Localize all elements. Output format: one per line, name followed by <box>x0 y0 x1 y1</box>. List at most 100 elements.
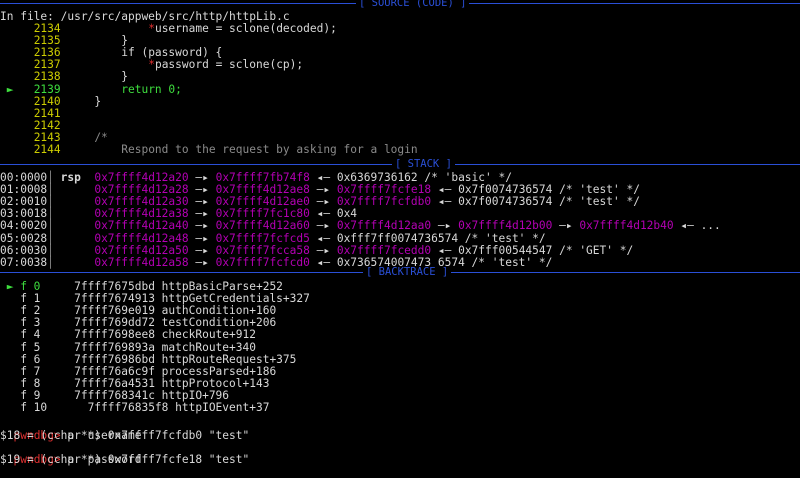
stack-offset: 07:0038 <box>0 255 48 269</box>
current-line-arrow-icon <box>0 119 20 132</box>
current-line-arrow-icon <box>0 143 20 156</box>
code-deref: * <box>148 58 155 72</box>
frame-marker: f 10 <box>0 401 48 414</box>
line-number: 2134 <box>20 22 61 35</box>
stack-value: ◂— <box>309 231 337 245</box>
frame-symbol: matchRoute+340 <box>154 340 256 354</box>
frame-address: 7ffff769dd72 <box>40 316 155 330</box>
stack-value: —▸ <box>188 243 216 257</box>
frame-symbol: httpRouteRequest+375 <box>154 352 297 366</box>
stack-value: ◂— <box>309 255 337 269</box>
line-number: 2140 <box>20 94 61 108</box>
frame-address: 7ffff769e019 <box>40 304 155 318</box>
line-number: 2139 <box>20 82 61 96</box>
frame-marker: f 8 <box>0 376 41 390</box>
code-text: /* <box>60 130 108 144</box>
stack-value: 0x7f0074736574 /* 'test' */ <box>458 195 640 209</box>
current-line-arrow-icon: ► <box>0 82 21 96</box>
backtrace-header: [ BACKTRACE ] <box>363 266 452 279</box>
current-line-arrow-icon <box>0 58 20 71</box>
frame-address: 7ffff7698ee8 <box>40 328 155 342</box>
console-output: $18 = (cchar *) 0x7ffff7fcfdb0 "test" <box>0 429 250 442</box>
frame-marker: f 2 <box>0 304 41 318</box>
stack-address: 0x7ffff4d12a58 <box>94 255 189 269</box>
stack-row: 07:0038│ 0x7ffff4d12a58 —▸ 0x7ffff7fcfcd… <box>0 255 552 269</box>
stack-address: 0x7ffff7fcfcd5 <box>215 231 310 245</box>
frame-address: 7ffff768341c <box>40 388 155 402</box>
code-text: Respond to the request by asking for a l… <box>60 143 418 156</box>
frame-address: 7ffff76986bd <box>40 352 155 366</box>
code-text: password = sclone(cp); <box>154 58 304 72</box>
frame-marker: f 9 <box>0 388 41 402</box>
code-text: return 0; <box>60 82 182 96</box>
line-number: 2135 <box>20 34 61 48</box>
frame-symbol: processParsed+186 <box>154 364 277 378</box>
frame-marker: f 3 <box>0 316 41 330</box>
frame-marker: f 4 <box>0 328 41 342</box>
console-output: $19 = (cchar *) 0x7ffff7fcfe18 "test" <box>0 453 250 466</box>
stack-separator: │ <box>47 243 61 257</box>
stack-address: 0x7ffff4d12a60 <box>215 219 310 233</box>
stack-address: 0x7ffff4d12aa0 <box>336 219 432 233</box>
frame-address: 7ffff7674913 <box>40 292 155 306</box>
frame-marker: f 6 <box>0 352 41 366</box>
current-line-arrow-icon <box>0 107 20 120</box>
backtrace-frame[interactable]: f 10 7ffff76835f8 httpIOEvent+37 <box>0 401 270 414</box>
frame-symbol: testCondition+206 <box>154 316 277 330</box>
current-line-arrow-icon <box>0 34 20 47</box>
frame-symbol: httpIO+796 <box>154 388 230 402</box>
stack-separator: │ <box>47 219 61 233</box>
stack-address: 0x7ffff4d12a40 <box>94 219 189 233</box>
code-text: } <box>60 94 102 108</box>
stack-value: —▸ <box>552 219 580 233</box>
frame-marker: f 7 <box>0 364 41 378</box>
line-number: 2141 <box>20 106 61 120</box>
stack-address: 0x7ffff4d12b00 <box>458 219 553 233</box>
line-number: 2144 <box>20 143 61 156</box>
stack-separator: │ <box>47 255 61 269</box>
stack-header: [ STACK ] <box>392 158 455 171</box>
stack-offset: 04:0020 <box>0 219 48 233</box>
current-line-arrow-icon <box>0 70 20 83</box>
frame-symbol: httpGetCredentials+327 <box>154 292 310 306</box>
code-deref: * <box>148 22 155 35</box>
frame-symbol: httpIOEvent+37 <box>168 401 270 414</box>
stack-separator: │ <box>47 231 61 245</box>
frame-symbol: authCondition+160 <box>154 304 277 318</box>
frame-marker: ► f 0 <box>0 280 41 293</box>
frame-marker: f 1 <box>0 292 41 306</box>
stack-value: —▸ <box>188 255 216 269</box>
stack-address: 0x7ffff7fcfcd0 <box>215 255 310 269</box>
stack-offset: 05:0028 <box>0 231 48 245</box>
frame-address: 7ffff7675dbd <box>40 280 155 293</box>
stack-address: 0x7ffff7fcedd0 <box>336 243 432 257</box>
line-number: 2136 <box>20 46 61 60</box>
frame-address: 7ffff76a4531 <box>40 376 155 390</box>
stack-address: 0x7ffff7fcca58 <box>215 243 310 257</box>
frame-marker: f 5 <box>0 340 41 354</box>
current-line-arrow-icon <box>0 131 20 144</box>
stack-address: 0x7ffff4d12a48 <box>94 231 189 245</box>
stack-value: —▸ <box>309 219 337 233</box>
stack-value: ◂— <box>431 243 459 257</box>
frame-address: 7ffff76a6c9f <box>40 364 155 378</box>
line-number: 2138 <box>20 70 61 84</box>
stack-value: —▸ <box>309 243 337 257</box>
code-text: } <box>60 70 128 84</box>
line-number: 2142 <box>20 118 61 132</box>
stack-register <box>61 256 95 269</box>
frame-address: 7ffff76835f8 <box>47 401 169 414</box>
stack-value: —▸ <box>188 231 216 245</box>
frame-symbol: checkRoute+912 <box>154 328 256 342</box>
line-number: 2137 <box>20 58 61 72</box>
stack-value: 0x7fff00544547 /* 'GET' */ <box>458 243 634 257</box>
stack-value: ◂— <box>431 195 459 209</box>
stack-address: 0x7ffff4d12a50 <box>94 243 189 257</box>
stack-register <box>61 244 95 257</box>
console-input-line[interactable]: pwndbg> <box>0 466 74 478</box>
stack-offset: 06:0030 <box>0 243 48 257</box>
